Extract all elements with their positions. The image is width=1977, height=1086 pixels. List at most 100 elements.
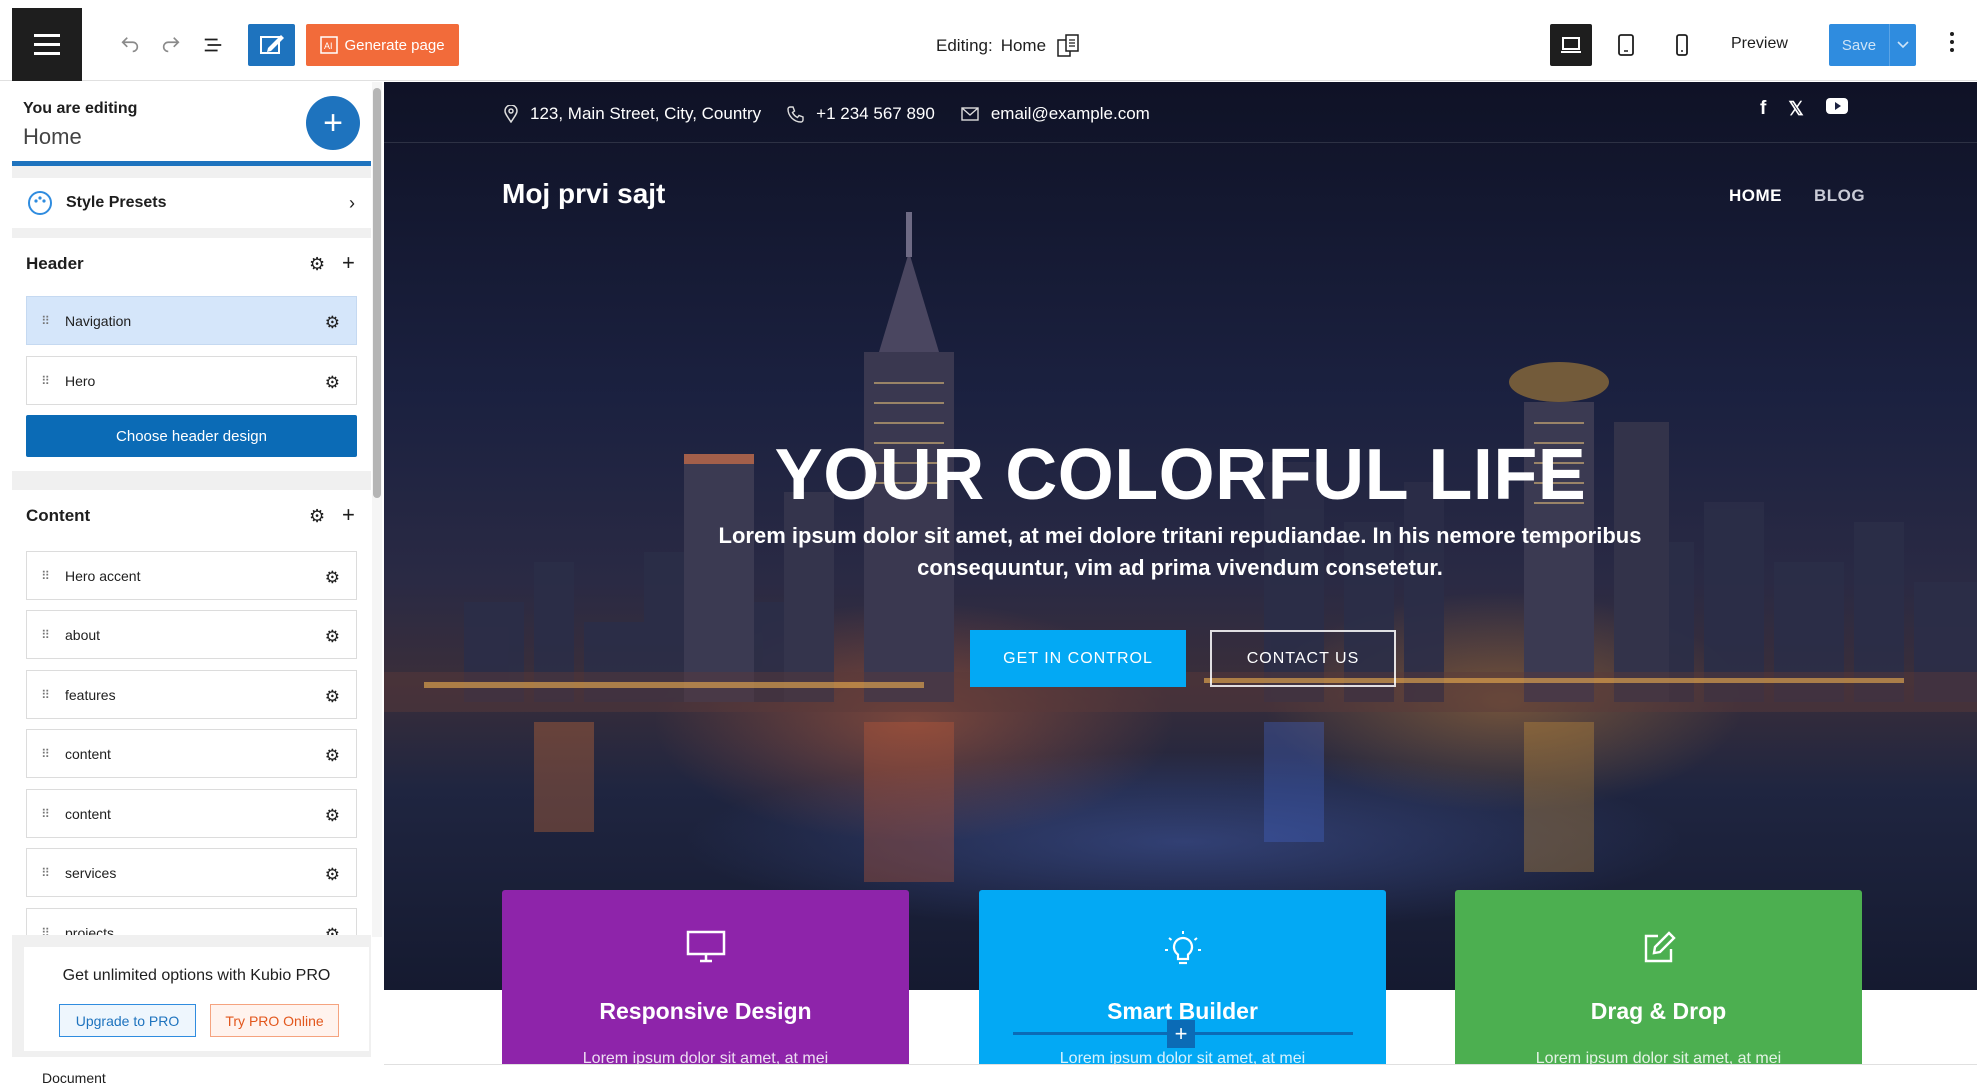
- scrollbar-thumb[interactable]: [373, 88, 381, 498]
- sidebar: You are editing Home + Style Presets › H…: [12, 82, 371, 1057]
- gear-icon[interactable]: ⚙: [325, 746, 340, 766]
- x-twitter-icon[interactable]: 𝕏: [1788, 98, 1803, 121]
- site-nav: HOME BLOG: [1729, 186, 1865, 206]
- upgrade-to-pro-button[interactable]: Upgrade to PRO: [59, 1004, 196, 1037]
- drag-handle-icon[interactable]: ⠿: [27, 747, 65, 761]
- card-title: Drag & Drop: [1590, 998, 1727, 1024]
- drag-handle-icon[interactable]: ⠿: [27, 314, 65, 328]
- mobile-view-button[interactable]: [1661, 24, 1703, 66]
- undo-icon[interactable]: [115, 30, 145, 60]
- phone-item: +1 234 567 890: [787, 104, 935, 124]
- hero-section[interactable]: 123, Main Street, City, Country +1 234 5…: [384, 82, 1977, 990]
- header-section: Header ⚙ + ⠿ Navigation ⚙ ⠿ Hero ⚙ Choos…: [12, 238, 371, 471]
- youtube-icon[interactable]: [1825, 98, 1848, 121]
- nav-blog[interactable]: BLOG: [1814, 186, 1865, 206]
- generate-page-button[interactable]: AI Generate page: [306, 24, 459, 66]
- header-settings-gear-icon[interactable]: ⚙: [309, 254, 325, 275]
- insert-block-plus-icon[interactable]: +: [1167, 1020, 1195, 1048]
- preview-button[interactable]: Preview: [1731, 35, 1788, 53]
- feature-card-smart-builder[interactable]: Smart Builder + Lorem ipsum dolor sit am…: [979, 890, 1386, 1064]
- page-switch-icon[interactable]: [1054, 32, 1082, 60]
- gear-icon[interactable]: ⚙: [325, 568, 340, 588]
- sidebar-item-navigation[interactable]: ⠿ Navigation ⚙: [26, 296, 357, 345]
- header-add-icon[interactable]: +: [342, 250, 355, 276]
- chevron-right-icon: ›: [349, 192, 355, 213]
- menu-button[interactable]: [12, 8, 82, 81]
- content-section-title: Content: [26, 506, 91, 525]
- sidebar-item-hero[interactable]: ⠿ Hero ⚙: [26, 356, 357, 405]
- gear-icon[interactable]: ⚙: [325, 627, 340, 647]
- sidebar-item-hero-accent[interactable]: ⠿ Hero accent ⚙: [26, 551, 357, 600]
- card-title: Responsive Design: [599, 998, 812, 1024]
- laptop-icon: [1561, 37, 1581, 53]
- sidebar-item-label: content: [65, 745, 111, 762]
- current-page-name: Home: [23, 124, 82, 149]
- you-are-editing-label: You are editing: [23, 100, 138, 117]
- feature-card-drag-drop[interactable]: Drag & Drop Lorem ipsum dolor sit amet, …: [1455, 890, 1862, 1064]
- hero-subtitle[interactable]: Lorem ipsum dolor sit amet, at mei dolor…: [700, 520, 1660, 584]
- editing-label: Editing:: [936, 36, 993, 55]
- save-button[interactable]: Save: [1829, 24, 1916, 66]
- tablet-view-button[interactable]: [1605, 24, 1647, 66]
- top-toolbar: AI Generate page Editing: Home Preview S…: [0, 8, 1977, 81]
- contact-us-button[interactable]: CONTACT US: [1210, 630, 1396, 687]
- document-breadcrumb[interactable]: Document: [42, 1070, 106, 1086]
- save-options-chevron-icon[interactable]: [1889, 24, 1916, 66]
- sidebar-item-features[interactable]: ⠿ features ⚙: [26, 670, 357, 719]
- sidebar-item-content[interactable]: ⠿ content ⚙: [26, 729, 357, 778]
- content-section: Content ⚙ + ⠿ Hero accent ⚙ ⠿ about ⚙ ⠿ …: [12, 490, 371, 960]
- phone-icon: [787, 105, 804, 123]
- edit-mode-button[interactable]: [248, 24, 295, 66]
- drag-handle-icon[interactable]: ⠿: [27, 688, 65, 702]
- gear-icon[interactable]: ⚙: [325, 313, 340, 333]
- content-add-icon[interactable]: +: [342, 502, 355, 528]
- address-item: 123, Main Street, City, Country: [504, 104, 761, 124]
- editor-canvas[interactable]: 123, Main Street, City, Country +1 234 5…: [384, 82, 1977, 1064]
- site-logo[interactable]: Moj prvi sajt: [502, 178, 665, 210]
- header-section-title: Header: [26, 254, 84, 273]
- drag-handle-icon[interactable]: ⠿: [27, 628, 65, 642]
- drag-handle-icon[interactable]: ⠿: [27, 807, 65, 821]
- add-section-button[interactable]: +: [306, 96, 360, 150]
- sidebar-item-content-2[interactable]: ⠿ content ⚙: [26, 789, 357, 838]
- gear-icon[interactable]: ⚙: [325, 687, 340, 707]
- pencil-icon: [259, 35, 284, 54]
- sidebar-header: You are editing Home +: [12, 82, 371, 166]
- drag-handle-icon[interactable]: ⠿: [27, 866, 65, 880]
- redo-icon[interactable]: [156, 30, 186, 60]
- sidebar-item-about[interactable]: ⠿ about ⚙: [26, 610, 357, 659]
- sidebar-item-label: Hero accent: [65, 567, 141, 584]
- phone-text: +1 234 567 890: [816, 104, 935, 123]
- drag-handle-icon[interactable]: ⠿: [27, 374, 65, 388]
- facebook-icon[interactable]: f: [1760, 98, 1766, 121]
- drag-handle-icon[interactable]: ⠿: [27, 569, 65, 583]
- svg-text:AI: AI: [324, 41, 333, 51]
- sidebar-item-services[interactable]: ⠿ services ⚙: [26, 848, 357, 897]
- gear-icon[interactable]: ⚙: [325, 373, 340, 393]
- pro-promo-text: Get unlimited options with Kubio PRO: [62, 967, 331, 984]
- gear-icon[interactable]: ⚙: [325, 806, 340, 826]
- generate-page-label: Generate page: [344, 36, 445, 54]
- gear-icon[interactable]: ⚙: [325, 865, 340, 885]
- sidebar-scrollbar[interactable]: [372, 82, 382, 937]
- sidebar-item-label: about: [65, 626, 101, 643]
- palette-icon: [28, 191, 52, 215]
- get-in-control-button[interactable]: GET IN CONTROL: [970, 630, 1186, 687]
- nav-home[interactable]: HOME: [1729, 186, 1782, 206]
- card-body: Lorem ipsum dolor sit amet, at mei: [1059, 1050, 1306, 1064]
- card-body: Lorem ipsum dolor sit amet, at mei: [582, 1050, 829, 1064]
- desktop-view-button[interactable]: [1550, 24, 1592, 66]
- choose-header-design-button[interactable]: Choose header design: [26, 415, 357, 457]
- list-view-icon[interactable]: [198, 30, 228, 60]
- edit-icon: [1455, 930, 1862, 966]
- editing-page-name: Home: [1000, 36, 1047, 55]
- social-links: f 𝕏: [1760, 98, 1848, 121]
- content-settings-gear-icon[interactable]: ⚙: [309, 506, 325, 527]
- more-options-icon[interactable]: [1950, 32, 1954, 52]
- hero-title[interactable]: YOUR COLORFUL LIFE: [384, 434, 1977, 516]
- sidebar-item-label: content: [65, 805, 111, 822]
- try-pro-online-button[interactable]: Try PRO Online: [210, 1004, 339, 1037]
- monitor-icon: [502, 930, 909, 964]
- style-presets-item[interactable]: Style Presets ›: [12, 178, 371, 228]
- feature-card-responsive[interactable]: Responsive Design Lorem ipsum dolor sit …: [502, 890, 909, 1064]
